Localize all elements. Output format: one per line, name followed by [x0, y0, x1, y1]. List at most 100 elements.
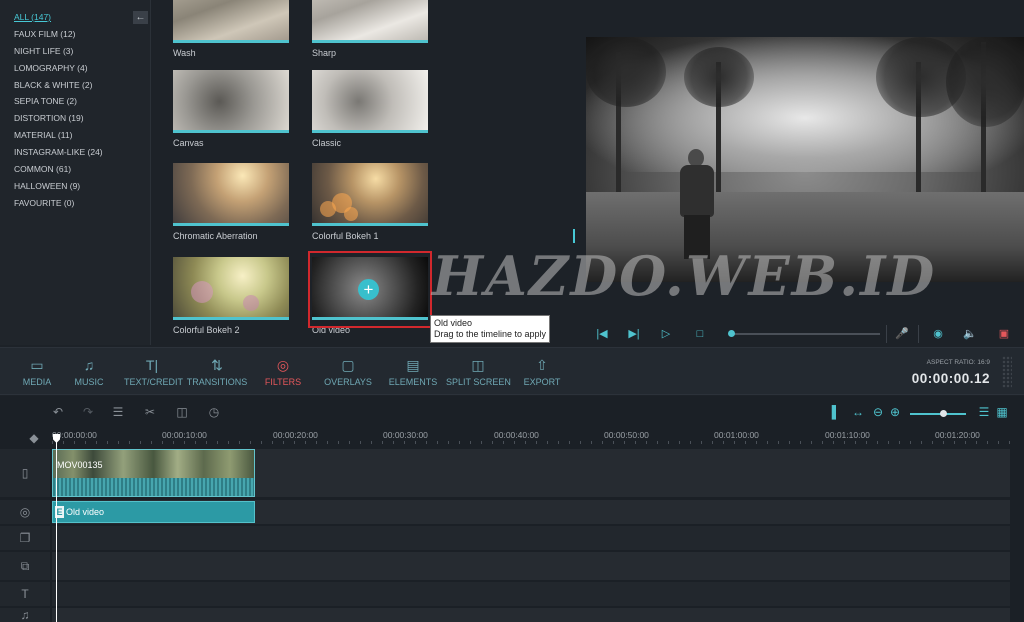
zoom-out-icon[interactable]: ⊖ [870, 404, 886, 420]
tooltip-title: Old video [434, 318, 473, 328]
music-track-icon: ♫ [20, 608, 30, 622]
filter-name: Canvas [173, 138, 204, 148]
trash-icon[interactable]: ◫ [174, 404, 190, 420]
music-note-icon: ♫ [83, 357, 95, 373]
filter-card-classic[interactable]: Classic [312, 70, 430, 148]
filter-thumbnail [312, 70, 428, 133]
filter-clip[interactable]: E Old video [52, 501, 255, 523]
redo-icon[interactable]: ↷ [80, 404, 96, 420]
zoom-slider[interactable] [910, 413, 966, 415]
tool-media[interactable]: ▭ MEDIA [20, 356, 54, 387]
ruler-label: 00:00:30:00 [383, 430, 428, 440]
tool-text-credit[interactable]: T| TEXT/CREDIT [124, 356, 183, 387]
collapse-panel-button[interactable]: ← [133, 11, 148, 24]
filter-thumbnail [173, 163, 289, 226]
music-track[interactable] [52, 608, 1010, 622]
overlay-track[interactable] [52, 526, 1010, 550]
filter-tooltip: Old video Drag to the timeline to apply [430, 315, 551, 343]
tool-transitions[interactable]: ⇅ TRANSITIONS [184, 356, 250, 387]
filter-thumbnail [173, 70, 289, 133]
fit-timeline-icon[interactable]: ↔ [850, 404, 866, 420]
filter-card-wash[interactable]: Wash [173, 0, 291, 58]
tool-overlays[interactable]: ▢ OVERLAYS [322, 356, 374, 387]
category-favourite[interactable]: FAVOURITE (0) [14, 198, 103, 215]
filter-card-chromatic-aberration[interactable]: Chromatic Aberration [173, 163, 291, 241]
tool-split-screen[interactable]: ◫ SPLIT SCREEN [446, 356, 511, 387]
person-figure [674, 149, 720, 259]
ruler-label: 00:01:00:00 [714, 430, 759, 440]
video-track-header[interactable]: ▯ [0, 449, 50, 497]
watermark-text: HAZDO.WEB.ID [432, 244, 937, 308]
clock-icon[interactable]: ◷ [206, 404, 222, 420]
time-ruler[interactable]: 00:00:00:00 00:00:10:00 00:00:20:00 00:0… [52, 426, 1010, 444]
filter-thumbnail [173, 257, 289, 320]
clip-waveform [53, 478, 254, 496]
filter-name: Classic [312, 138, 342, 148]
filter-category-panel: ALL (147) FAUX FILM (12) NIGHT LIFE (3) … [0, 0, 150, 345]
tool-export[interactable]: ⇧ EXPORT [522, 356, 562, 387]
stop-icon[interactable]: □ [692, 326, 708, 342]
text-track-header[interactable]: T [0, 582, 50, 606]
filter-card-colorful-bokeh-2[interactable]: Colorful Bokeh 2 [173, 257, 291, 335]
filter-track-icon: ◎ [19, 505, 31, 519]
current-timecode: 00:00:00.12 [911, 371, 990, 386]
music-track-header[interactable]: ♫ [0, 608, 50, 622]
volume-icon[interactable]: 🔈 [962, 326, 978, 342]
filter-name: Chromatic Aberration [173, 231, 258, 241]
scissors-icon[interactable]: ✂ [142, 404, 158, 420]
drag-handle[interactable] [1002, 356, 1012, 388]
play-icon[interactable]: ▷ [658, 326, 674, 342]
filter-track-header[interactable]: ◎ [0, 500, 50, 524]
step-forward-icon[interactable]: ▶| [626, 326, 642, 342]
filter-card-colorful-bokeh-1[interactable]: Colorful Bokeh 1 [312, 163, 430, 241]
category-halloween[interactable]: HALLOWEEN (9) [14, 181, 103, 198]
category-common[interactable]: COMMON (61) [14, 164, 103, 181]
category-lomography[interactable]: LOMOGRAPHY (4) [14, 63, 103, 80]
grid-view-icon[interactable]: ▦ [994, 404, 1010, 420]
video-clip[interactable]: MOV00135 [52, 449, 255, 497]
microphone-icon[interactable]: 🎤 [894, 326, 910, 342]
grid-scrollbar[interactable] [573, 229, 575, 243]
seek-handle[interactable] [728, 330, 735, 337]
zoom-handle[interactable] [940, 410, 947, 417]
overlay-track-header[interactable]: ❐ [0, 526, 50, 550]
snapshot-camera-icon[interactable]: ◉ [930, 326, 946, 342]
filter-thumbnail [312, 163, 428, 226]
category-instagram-like[interactable]: INSTAGRAM-LIKE (24) [14, 147, 103, 164]
playhead-line[interactable] [56, 436, 57, 622]
filter-thumbnail [312, 0, 428, 43]
category-distortion[interactable]: DISTORTION (19) [14, 113, 103, 130]
ruler-label: 00:00:50:00 [604, 430, 649, 440]
category-sepia-tone[interactable]: SEPIA TONE (2) [14, 96, 103, 113]
ruler-label: 00:01:20:00 [935, 430, 980, 440]
category-faux-film[interactable]: FAUX FILM (12) [14, 29, 103, 46]
main-toolbar: ▭ MEDIA ♫ MUSIC T| TEXT/CREDIT ⇅ TRANSIT… [0, 347, 1024, 395]
tool-filters[interactable]: ◎ FILTERS [264, 356, 302, 387]
filter-name: Colorful Bokeh 2 [173, 325, 240, 335]
transition-icon: ⇅ [211, 357, 223, 373]
zoom-in-icon[interactable]: ⊕ [887, 404, 903, 420]
filter-card-sharp[interactable]: Sharp [312, 0, 430, 58]
fullscreen-icon[interactable]: ▣ [996, 326, 1012, 342]
skip-back-icon[interactable]: |◀ [594, 326, 610, 342]
category-material[interactable]: MATERIAL (11) [14, 130, 103, 147]
category-all[interactable]: ALL (147) [14, 12, 103, 29]
add-filter-button[interactable]: + [358, 279, 379, 300]
text-track[interactable] [52, 582, 1010, 606]
audio-mixer-icon[interactable]: ▌ [828, 404, 844, 420]
pip-track-header[interactable]: ⧉ [0, 552, 50, 580]
list-view-icon[interactable]: ☰ [976, 404, 992, 420]
ruler-label: 00:00:40:00 [494, 430, 539, 440]
undo-icon[interactable]: ↶ [50, 404, 66, 420]
pip-track[interactable] [52, 552, 1010, 580]
ruler-label: 00:01:10:00 [825, 430, 870, 440]
snap-icon[interactable]: ◆ [26, 430, 42, 446]
tool-elements[interactable]: ▤ ELEMENTS [388, 356, 438, 387]
filter-card-canvas[interactable]: Canvas [173, 70, 291, 148]
adjust-sliders-icon[interactable]: ☰ [110, 404, 126, 420]
seek-bar[interactable] [732, 333, 880, 335]
category-black-white[interactable]: BLACK & WHITE (2) [14, 80, 103, 97]
category-night-life[interactable]: NIGHT LIFE (3) [14, 46, 103, 63]
tool-music[interactable]: ♫ MUSIC [72, 356, 106, 387]
overlay-track-icon: ❐ [19, 531, 31, 545]
